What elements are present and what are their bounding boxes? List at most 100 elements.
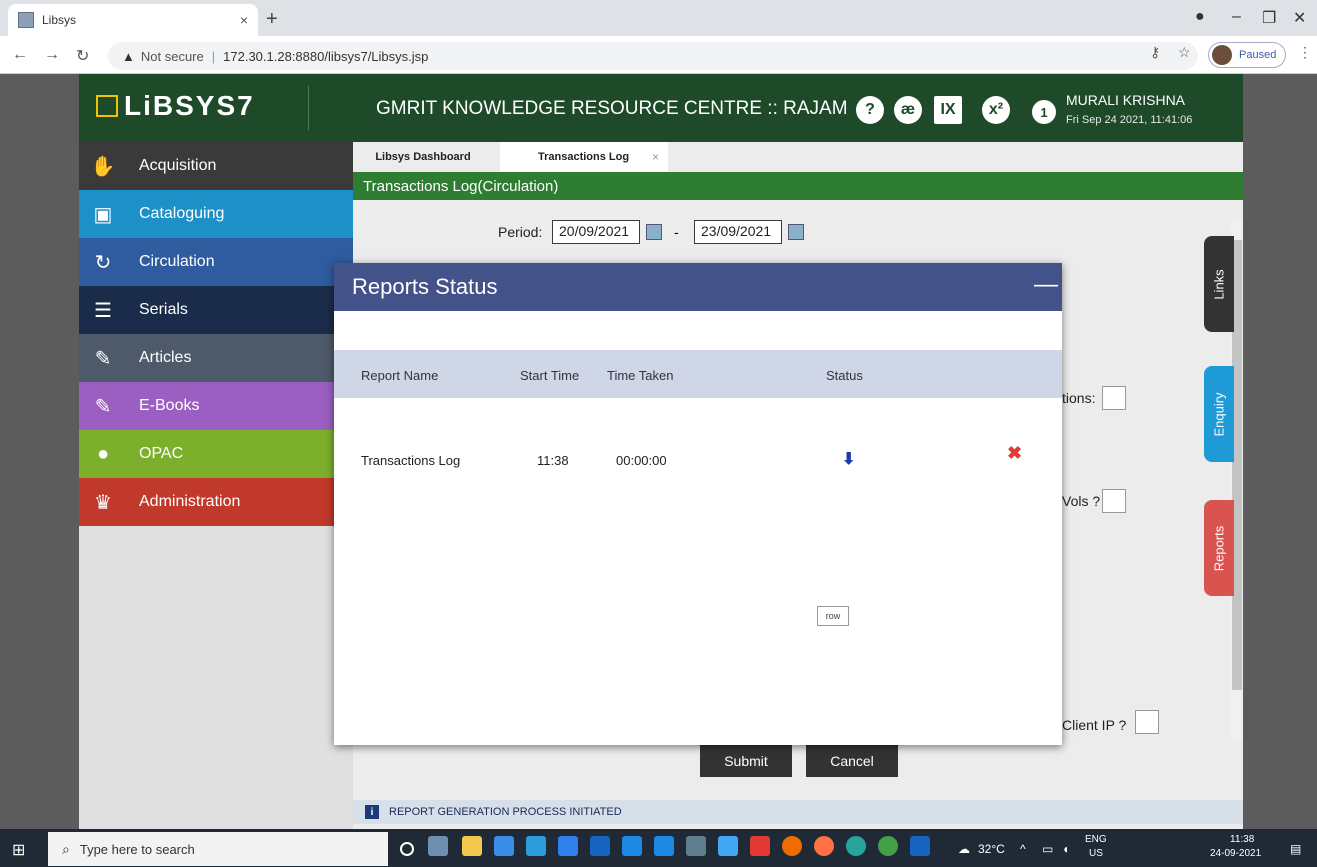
period-to-input[interactable]: 23/09/2021 [694,220,782,244]
column-time-taken: Time Taken [607,368,674,383]
key-icon[interactable]: ⚷ [1150,44,1160,61]
weather-icon[interactable]: ☁ [958,842,970,856]
cancel-button[interactable]: Cancel [806,745,898,777]
minimize-dialog-icon[interactable]: — [1034,271,1058,299]
column-status: Status [826,368,863,383]
dialog-header: Reports Status [334,263,1062,311]
books-icon: ☰ [94,299,112,322]
lang-indicator[interactable]: ENG [1085,834,1107,845]
network-icon[interactable]: ▭ [1042,842,1053,856]
sidebar-item-label: Serials [139,301,188,318]
task-view-icon[interactable] [428,836,448,856]
speaker-icon[interactable]: ◖ [1062,842,1069,856]
browser-menu-icon[interactable]: ⋮ [1298,44,1312,61]
sidebar-item-acquisition[interactable]: ✋ Acquisition [79,142,353,190]
side-tab-label: Enquiry [1211,391,1227,437]
diacritics-icon[interactable]: æ [894,96,922,124]
calendar-app-icon[interactable] [718,836,738,856]
side-tab-enquiry[interactable]: Enquiry [1204,366,1234,462]
forward-arrow-icon[interactable]: → [44,46,60,64]
clock-time[interactable]: 11:38 [1230,834,1254,845]
internet-explorer-icon[interactable] [622,836,642,856]
sidebar-item-serials[interactable]: ☰ Serials [79,286,353,334]
app-icon[interactable] [494,836,514,856]
action-center-icon[interactable]: ▤ [1290,842,1301,856]
restore-window-icon[interactable]: ❐ [1262,8,1276,28]
sidebar: ✋ Acquisition ▣ Cataloguing ↻ Circulatio… [79,142,353,829]
notification-badge[interactable]: 1 [1032,100,1056,124]
app-icon[interactable] [750,836,770,856]
libsys-logo: LiBSYS7 [96,90,255,122]
profile-paused-button[interactable]: Paused [1208,42,1286,68]
help-icon[interactable]: ? [856,96,884,124]
submit-button[interactable]: Submit [700,745,792,777]
download-arrow-icon[interactable]: ⬇ [842,449,855,469]
new-tab-button[interactable]: + [266,8,278,31]
clock-date[interactable]: 24-09-2021 [1210,848,1261,859]
opac-icon: ● [96,442,110,465]
back-arrow-icon[interactable]: ← [12,46,28,64]
sidebar-item-label: Articles [139,349,192,366]
tab-libsys-dashboard[interactable]: Libsys Dashboard [363,142,483,172]
handshake-icon: ✋ [90,155,116,178]
side-tab-links[interactable]: Links [1204,236,1234,332]
outlook-icon[interactable] [590,836,610,856]
browser-tab-libsys[interactable]: Libsys × [8,4,258,36]
calculator-icon[interactable] [686,836,706,856]
app-icon[interactable] [526,836,546,856]
reload-icon[interactable]: ↻ [76,46,89,66]
sidebar-item-circulation[interactable]: ↻ Circulation [79,238,353,286]
windows-start-icon[interactable]: ⊞ [12,840,25,860]
close-window-icon[interactable]: ✕ [1293,8,1306,28]
star-bookmark-icon[interactable]: ☆ [1178,44,1191,61]
sidebar-item-label: Cataloguing [139,205,225,222]
sidebar-item-administration[interactable]: ♛ Administration [79,478,353,526]
record-indicator-icon: ● [1195,8,1205,25]
vols-checkbox[interactable] [1102,489,1126,513]
lang-region[interactable]: US [1089,848,1103,859]
taskbar-search-input[interactable]: ⌕ Type here to search [48,832,388,866]
weather-temp[interactable]: 32°C [978,842,1005,856]
formula-icon[interactable]: x² [982,96,1010,124]
opera-icon[interactable] [782,836,802,856]
url-separator: | [211,48,216,64]
content-tabs [353,142,1243,172]
roman-numeral-icon[interactable]: IX [934,96,962,124]
delete-x-icon[interactable]: ✖ [1007,443,1022,464]
word-icon[interactable] [910,836,930,856]
side-tab-reports[interactable]: Reports [1204,500,1234,596]
sidebar-item-label: Circulation [139,253,215,270]
sidebar-item-articles[interactable]: ✎ Articles [79,334,353,382]
period-from-input[interactable]: 20/09/2021 [552,220,640,244]
tray-chevron-icon[interactable]: ^ [1020,842,1026,856]
edge-icon[interactable] [846,836,866,856]
calendar-icon[interactable] [788,224,804,240]
chrome-icon[interactable] [878,836,898,856]
option-label-transactions: tions: [1062,390,1096,406]
user-name[interactable]: MURALI KRISHNA [1066,92,1185,108]
sidebar-item-ebooks[interactable]: ✎ E-Books [79,382,353,430]
sidebar-item-opac[interactable]: ● OPAC [79,430,353,478]
sidebar-item-label: Administration [139,493,241,510]
file-explorer-icon[interactable] [462,836,482,856]
close-tab-icon[interactable]: × [652,150,659,164]
period-label: Period: [498,224,543,240]
page-title: GMRIT KNOWLEDGE RESOURCE CENTRE :: RAJAM [376,98,848,119]
option-label-vols: Vols ? [1062,493,1101,509]
minimize-window-icon[interactable]: – [1232,8,1241,26]
transactions-checkbox[interactable] [1102,386,1126,410]
avatar [1212,45,1232,65]
calendar-icon[interactable] [646,224,662,240]
sidebar-item-cataloguing[interactable]: ▣ Cataloguing [79,190,353,238]
report-table-header [334,350,1062,398]
edit-icon: ✎ [94,347,112,370]
cortana-icon[interactable] [400,842,414,856]
option-label-client-ip: Client IP ? [1062,717,1127,733]
close-tab-icon[interactable]: × [240,12,248,28]
tab-transactions-log[interactable]: Transactions Log [500,142,668,172]
mail-icon[interactable] [558,836,578,856]
client-ip-checkbox[interactable] [1135,710,1159,734]
url-input[interactable]: ▲ Not secure | 172.30.1.28:8880/libsys7/… [108,42,1198,70]
store-icon[interactable] [654,836,674,856]
firefox-icon[interactable] [814,836,834,856]
